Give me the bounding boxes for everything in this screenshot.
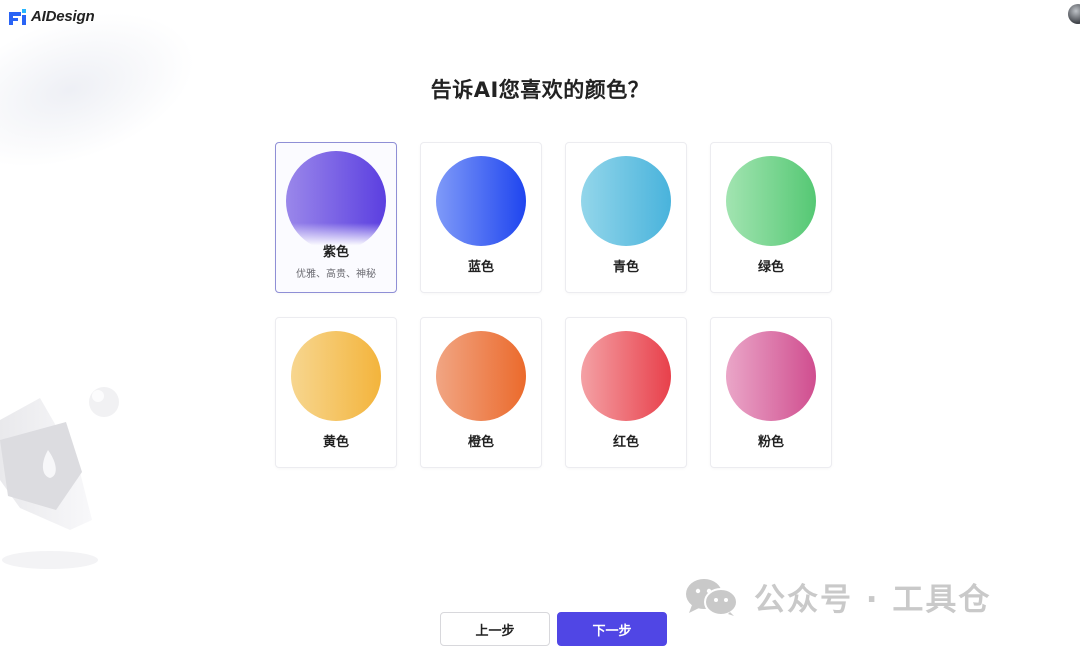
- color-option-card[interactable]: 蓝色: [420, 142, 542, 293]
- color-label: 橙色: [467, 435, 494, 450]
- watermark: 公众号 · 工具仓: [684, 574, 991, 619]
- color-option-card[interactable]: 红色: [565, 317, 687, 468]
- color-options-grid: 紫色 优雅、高贵、神秘 蓝色 青色 绿色 黄色 橙色 红色 粉色: [275, 142, 832, 468]
- next-step-button[interactable]: 下一步: [557, 612, 667, 646]
- color-label: 红色: [612, 435, 639, 450]
- color-swatch: [726, 156, 816, 246]
- decorative-bottle-illustration: [0, 387, 119, 569]
- wechat-icon: [686, 578, 738, 616]
- app-name: AIDesign: [31, 8, 95, 25]
- color-swatch: [436, 331, 526, 421]
- color-swatch: [581, 331, 671, 421]
- previous-step-button[interactable]: 上一步: [440, 612, 550, 646]
- color-label: 紫色: [322, 245, 349, 260]
- color-label: 青色: [612, 260, 639, 275]
- color-swatch: [436, 156, 526, 246]
- color-description: 优雅、高贵、神秘: [296, 269, 376, 280]
- aidesign-logo-icon: [9, 8, 26, 25]
- watermark-text: 公众号 · 工具仓: [754, 582, 992, 618]
- user-avatar[interactable]: [1068, 4, 1080, 24]
- color-option-card[interactable]: 青色: [565, 142, 687, 293]
- color-swatch: [581, 156, 671, 246]
- color-swatch: [726, 331, 816, 421]
- page-title: 告诉AI您喜欢的颜色？: [430, 78, 650, 102]
- color-label: 绿色: [757, 260, 784, 275]
- color-label: 蓝色: [467, 260, 494, 275]
- color-option-card[interactable]: 黄色: [275, 317, 397, 468]
- color-option-card[interactable]: 粉色: [710, 317, 832, 468]
- color-label: 黄色: [322, 435, 349, 450]
- color-option-card[interactable]: 绿色: [710, 142, 832, 293]
- color-option-card[interactable]: 紫色优雅、高贵、神秘: [275, 142, 397, 293]
- app-logo[interactable]: AIDesign: [9, 8, 95, 25]
- color-option-card[interactable]: 橙色: [420, 317, 542, 468]
- color-swatch: [291, 331, 381, 421]
- color-label: 粉色: [757, 435, 784, 450]
